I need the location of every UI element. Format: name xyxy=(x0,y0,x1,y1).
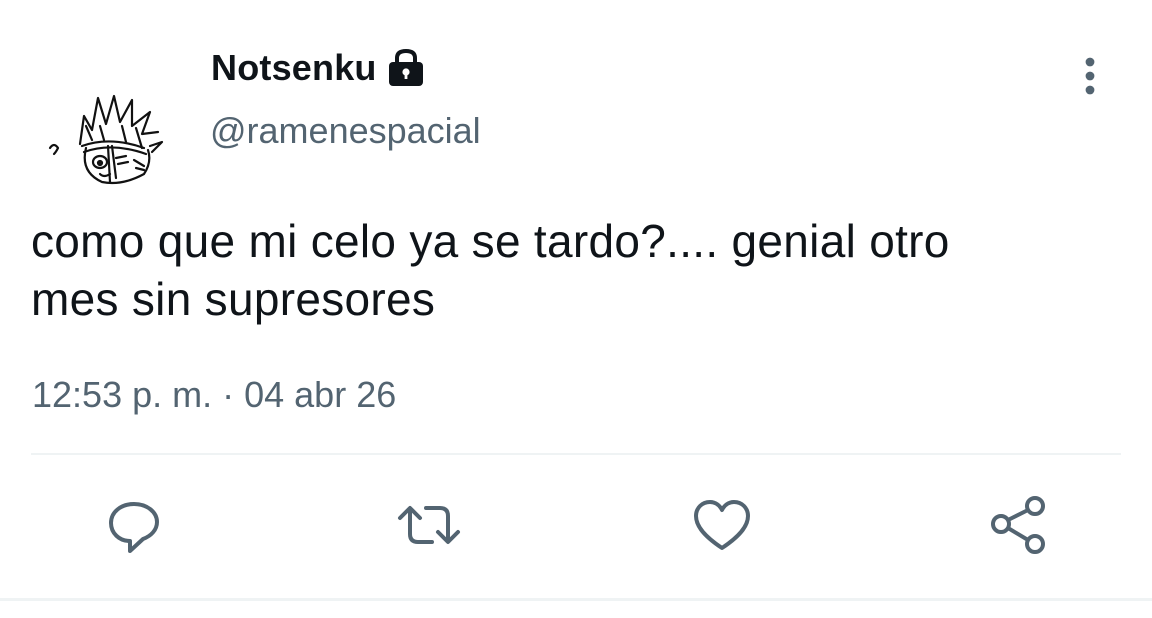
bottom-divider xyxy=(0,598,1152,601)
reply-icon xyxy=(109,502,159,553)
action-bar xyxy=(0,490,1152,566)
avatar[interactable] xyxy=(40,86,182,186)
retweet-icon xyxy=(398,506,460,544)
display-name[interactable]: Notsenku xyxy=(211,47,377,89)
tweet-date[interactable]: 04 abr 26 xyxy=(244,374,396,416)
lock-icon xyxy=(385,48,427,88)
like-button[interactable] xyxy=(687,490,757,560)
tweet-text: como que mi celo ya se tardo?.... genial… xyxy=(31,212,1121,328)
author-handle[interactable]: @ramenespacial xyxy=(210,110,481,152)
tweet-meta: 12:53 p. m. · 04 abr 26 xyxy=(32,374,396,416)
share-button[interactable] xyxy=(983,490,1053,560)
retweet-button[interactable] xyxy=(394,490,464,560)
divider xyxy=(31,453,1121,455)
tweet-text-line-1: como que mi celo ya se tardo?.... genial… xyxy=(31,215,950,267)
avatar-drawing xyxy=(48,94,164,185)
more-vertical-icon xyxy=(1085,57,1095,95)
tweet-card: Notsenku @ramenespacial como que mi celo… xyxy=(0,0,1152,618)
tweet-time[interactable]: 12:53 p. m. xyxy=(32,374,212,416)
reply-button[interactable] xyxy=(99,490,169,560)
share-icon xyxy=(991,496,1045,554)
meta-separator: · xyxy=(222,374,235,415)
tweet-text-line-2: mes sin supresores xyxy=(31,273,436,325)
display-name-row: Notsenku xyxy=(211,44,427,92)
heart-icon xyxy=(694,500,750,550)
more-options-button[interactable] xyxy=(1070,54,1110,98)
